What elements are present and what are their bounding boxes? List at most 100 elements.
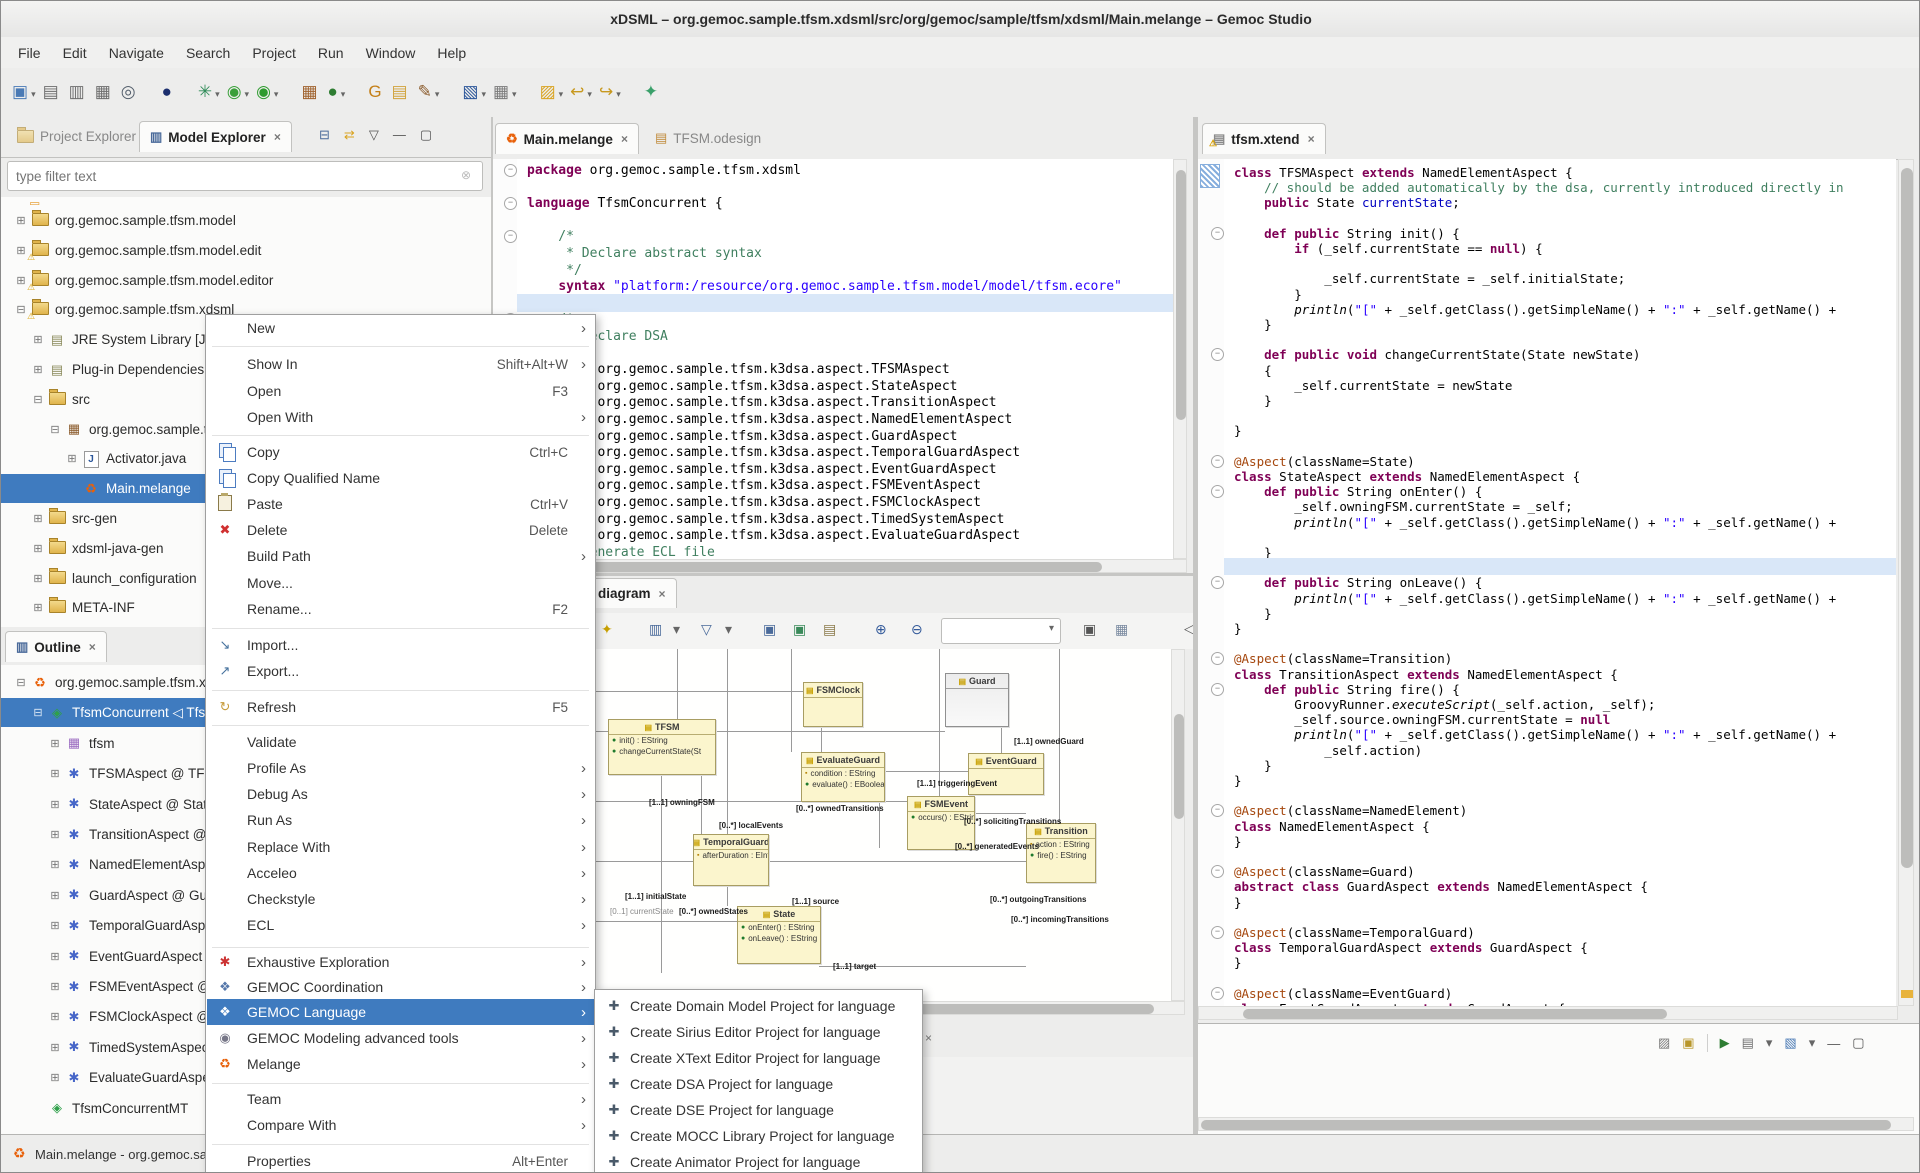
diagram-class-state[interactable]: ▤ State ● onEnter() : EString ● onLeave() : E… [737,906,821,964]
scroll-thumb[interactable] [1201,1120,1891,1130]
fold-marker[interactable]: − [1211,576,1224,590]
fold-marker[interactable]: − [1211,986,1224,1000]
tree-expander[interactable]: ⊞ [15,274,27,287]
fold-marker[interactable]: − [504,230,517,244]
search-references-icon[interactable]: ◎ [121,82,136,102]
tree-item-org-gemoc-sample-tfsm-model[interactable]: ⊞ org.gemoc.sample.tfsm.model [1,206,491,235]
menu-item-delete[interactable]: ✖ Delete Delete [207,517,594,543]
menu-item-open-with[interactable]: Open With › [207,404,594,430]
menubar-run[interactable]: Run [307,41,355,65]
menubar-window[interactable]: Window [355,41,427,65]
menu-item-move-[interactable]: Move... [207,570,594,596]
fold-marker[interactable]: − [1211,348,1224,362]
minimize-icon[interactable]: — [393,127,406,143]
chevron-down-icon[interactable]: ▾ [673,621,680,638]
tree-expander[interactable]: ⊟ [32,706,44,719]
diagram-class-evaluateguard[interactable]: ▤ EvaluateGuard ▪ condition : EString ● evalu… [801,752,885,802]
external-tools-icon[interactable]: ● [328,82,338,102]
tree-expander[interactable]: ⊞ [49,980,61,993]
menu-item-gemoc-coordination[interactable]: ❖ GEMOC Coordination › [207,974,594,1000]
debug-icon[interactable]: ◉ [227,82,242,102]
tree-expander[interactable]: ⊞ [66,452,78,465]
close-icon[interactable]: × [659,587,666,601]
back-icon[interactable]: ↩ [570,82,584,102]
scroll-thumb[interactable] [1176,170,1186,420]
tab-project-explorer[interactable]: Project Explorer [7,121,146,151]
menu-item-melange[interactable]: ♻ Melange › [207,1051,594,1077]
chevron-down-icon[interactable]: ▾ [725,621,732,638]
tree-expander[interactable]: ⊞ [49,767,61,780]
view-menu-icon[interactable]: ▽ [369,127,379,143]
menu-item-paste[interactable]: Paste Ctrl+V [207,491,594,517]
scroll-thumb[interactable] [894,1004,1154,1014]
bottom-right-hscrollbar[interactable] [1198,1117,1914,1131]
paste-format-icon[interactable]: ▤ [823,621,836,638]
menu-item-profile-as[interactable]: Profile As › [207,755,594,781]
menubar-navigate[interactable]: Navigate [98,41,175,65]
fold-marker[interactable]: − [504,164,517,177]
diagram-class-tfsm[interactable]: ▤ TFSM ● init() : EString ● changeCurrentStat… [608,719,716,775]
melange-vscrollbar[interactable] [1173,159,1187,559]
chevron-down-icon[interactable]: ▾ [274,89,279,100]
close-icon[interactable]: × [1308,132,1315,146]
xtend-hscrollbar[interactable] [1198,1006,1898,1020]
tab-diagram[interactable]: diagram × [587,578,677,608]
menu-item-import-[interactable]: ↘ Import... [207,632,594,658]
chevron-down-icon[interactable]: ▾ [616,89,621,100]
fold-marker[interactable]: − [504,197,517,211]
menu-item-debug-as[interactable]: Debug As › [207,781,594,807]
menu-item-ecl[interactable]: ECL › [207,912,594,938]
tab-tfsm-odesign[interactable]: ▤ TFSM.odesign [645,123,771,153]
tab-model-explorer[interactable]: ▥ Model Explorer × [139,121,292,152]
submenu-item-create-dse-project-for-language[interactable]: ✚ Create DSE Project for language [596,1097,921,1123]
grid-icon[interactable]: ▦ [1115,621,1128,638]
open-catalog-icon[interactable]: ▤ [392,82,408,102]
menu-item-team[interactable]: Team › [207,1086,594,1112]
menu-item-rename-[interactable]: Rename... F2 [207,596,594,622]
menu-item-properties[interactable]: Properties Alt+Enter [207,1148,594,1172]
diagram-class-temporalguard[interactable]: ▤TemporalGuard▪afterDuration : EInt = 0 [693,834,769,886]
chevron-down-icon[interactable]: ▾ [512,89,517,100]
submenu-item-create-mocc-library-project-for-language[interactable]: ✚ Create MOCC Library Project for languag… [596,1123,921,1149]
tree-expander[interactable]: ⊞ [15,214,27,227]
gemoc-search-icon[interactable]: G [368,82,381,102]
menu-item-validate[interactable]: Validate [207,729,594,755]
menu-item-gemoc-modeling-advanced-tools[interactable]: ◉ GEMOC Modeling advanced tools › [207,1025,594,1051]
maximize-icon[interactable]: ▢ [1852,1035,1864,1051]
tree-expander[interactable]: ⊞ [32,512,44,525]
fold-marker[interactable]: − [1211,454,1224,468]
menubar-project[interactable]: Project [241,41,307,65]
xtend-code-area[interactable]: class TFSMAspect extends NamedElementAsp… [1224,159,1896,1006]
menu-item-run-as[interactable]: Run As › [207,807,594,833]
k3-generate-icon[interactable]: ✳ [198,82,212,102]
menu-item-compare-with[interactable]: Compare With › [207,1112,594,1138]
tree-expander[interactable]: ⊞ [49,798,61,811]
tab-tfsm-xtend[interactable]: ▤ ⚠ tfsm.xtend × [1202,123,1326,154]
menu-item-open[interactable]: Open F3 [207,378,594,404]
chevron-down-icon[interactable]: ▾ [341,89,346,100]
scroll-thumb[interactable] [1174,714,1184,819]
new-wizard-icon[interactable]: ▣ [12,82,28,102]
new-folder-icon[interactable]: ▨ [540,82,556,102]
fold-marker[interactable]: − [1211,926,1224,939]
chevron-down-icon[interactable]: ▾ [481,89,486,100]
submenu-item-create-dsa-project-for-language[interactable]: ✚ Create DSA Project for language [596,1071,921,1097]
chevron-down-icon[interactable]: ▾ [245,89,250,100]
menu-item-export-[interactable]: ↗ Export... [207,658,594,684]
new-java-element-icon[interactable]: ▧ [462,82,478,102]
chevron-down-icon[interactable]: ▾ [435,89,440,100]
tree-expander[interactable]: ⊞ [15,244,27,257]
tree-expander[interactable]: ⊟ [15,676,27,689]
diagram-class-fsmclock[interactable]: ▤ FSMClock [803,682,863,727]
submenu-item-create-sirius-editor-project-for-languag[interactable]: ✚ Create Sirius Editor Project for langua… [596,1019,921,1045]
chevron-down-icon[interactable]: ▾ [1809,1035,1816,1051]
tree-expander[interactable]: ⊞ [32,572,44,585]
new-view-icon[interactable]: ▧ [1784,1035,1796,1051]
fold-marker[interactable]: − [1211,652,1224,666]
lock-icon[interactable]: ▣ [1682,1035,1694,1051]
zoom-combo[interactable]: ▾ [941,618,1061,644]
menubar-file[interactable]: File [7,41,52,65]
build-package-icon[interactable]: ▦ [301,82,317,102]
menu-item-acceleo[interactable]: Acceleo › [207,860,594,886]
filters-icon[interactable]: ▽ [701,621,712,638]
